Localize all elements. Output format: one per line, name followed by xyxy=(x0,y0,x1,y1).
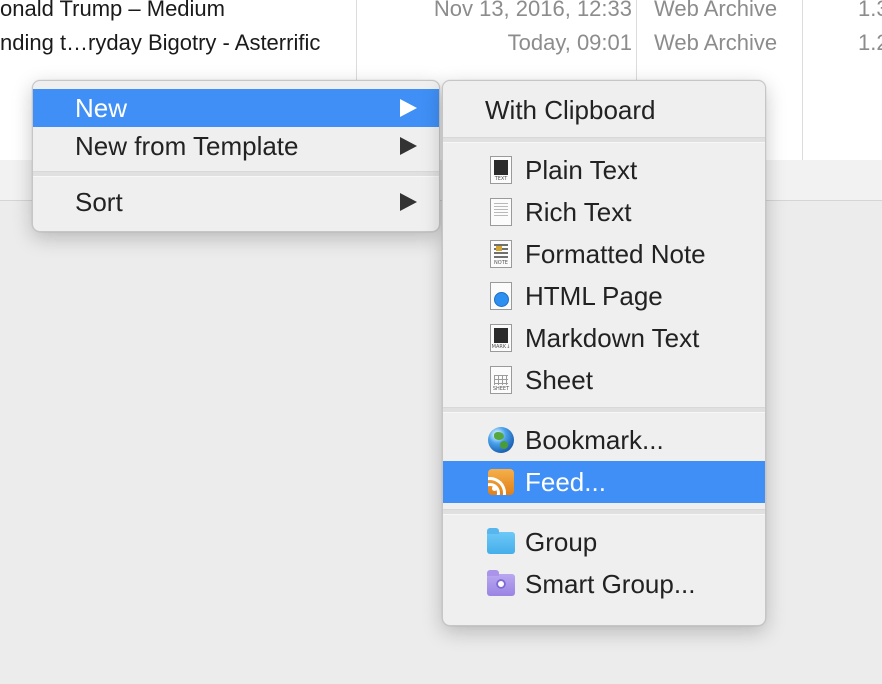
menu-item-label: Rich Text xyxy=(525,197,632,227)
menu-item-sort[interactable]: Sort xyxy=(33,183,439,221)
file-name: nding t…ryday Bigotry - Asterrific xyxy=(0,30,321,55)
menu-item-new-from-template[interactable]: New from Template xyxy=(33,127,439,165)
file-date: Nov 13, 2016, 12:33 xyxy=(433,0,632,21)
globe-icon xyxy=(487,426,515,454)
menu-item-label: Feed... xyxy=(525,467,606,497)
menu-separator xyxy=(443,407,765,413)
html-page-icon xyxy=(487,282,515,310)
menu-item-rich-text[interactable]: Rich Text xyxy=(443,191,765,233)
menu-item-label: Formatted Note xyxy=(525,239,706,269)
menu-item-html-page[interactable]: HTML Page xyxy=(443,275,765,317)
menu-item-bookmark[interactable]: Bookmark... xyxy=(443,419,765,461)
menu-item-label: Bookmark... xyxy=(525,425,664,455)
file-row[interactable]: nding t…ryday Bigotry - Asterrific Today… xyxy=(0,26,882,60)
menu-item-sheet[interactable]: SHEET Sheet xyxy=(443,359,765,401)
menu-item-markdown-text[interactable]: MARK↓ Markdown Text xyxy=(443,317,765,359)
file-name: onald Trump – Medium xyxy=(0,0,225,21)
file-row[interactable]: onald Trump – Medium Nov 13, 2016, 12:33… xyxy=(0,0,882,26)
file-kind: Web Archive xyxy=(654,30,778,55)
submenu-arrow-icon xyxy=(400,99,417,117)
context-menu: New New from Template Sort xyxy=(32,80,440,232)
menu-item-label: Smart Group... xyxy=(525,569,696,599)
menu-item-label: Plain Text xyxy=(525,155,638,185)
submenu-arrow-icon xyxy=(400,193,417,211)
folder-icon xyxy=(487,528,515,556)
new-submenu: With Clipboard TEXT Plain Text Rich Text… xyxy=(442,80,766,626)
menu-item-formatted-note[interactable]: NOTE Formatted Note xyxy=(443,233,765,275)
plain-text-icon: TEXT xyxy=(487,156,515,184)
menu-item-label: New xyxy=(75,93,128,123)
smart-folder-icon xyxy=(487,570,515,598)
file-date: Today, 09:01 xyxy=(507,30,632,55)
menu-item-label: Group xyxy=(525,527,598,557)
formatted-note-icon: NOTE xyxy=(487,240,515,268)
menu-item-label: With Clipboard xyxy=(485,95,656,125)
menu-separator xyxy=(443,137,765,143)
file-size: 1.2 xyxy=(858,30,882,55)
menu-separator xyxy=(443,509,765,515)
sheet-icon: SHEET xyxy=(487,366,515,394)
menu-separator xyxy=(33,171,439,177)
file-size: 1.3 xyxy=(858,0,882,21)
menu-item-new[interactable]: New xyxy=(33,89,439,127)
menu-item-label: Markdown Text xyxy=(525,323,700,353)
submenu-arrow-icon xyxy=(400,137,417,155)
menu-item-label: New from Template xyxy=(75,131,299,161)
menu-item-group[interactable]: Group xyxy=(443,521,765,563)
markdown-icon: MARK↓ xyxy=(487,324,515,352)
menu-item-label: HTML Page xyxy=(525,281,663,311)
menu-item-label: Sort xyxy=(75,187,123,217)
rich-text-icon xyxy=(487,198,515,226)
menu-item-plain-text[interactable]: TEXT Plain Text xyxy=(443,149,765,191)
rss-feed-icon xyxy=(487,468,515,496)
file-kind: Web Archive xyxy=(654,0,778,21)
menu-item-feed[interactable]: Feed... xyxy=(443,461,765,503)
menu-item-label: Sheet xyxy=(525,365,593,395)
menu-item-smart-group[interactable]: Smart Group... xyxy=(443,563,765,605)
menu-item-with-clipboard[interactable]: With Clipboard xyxy=(443,89,765,131)
